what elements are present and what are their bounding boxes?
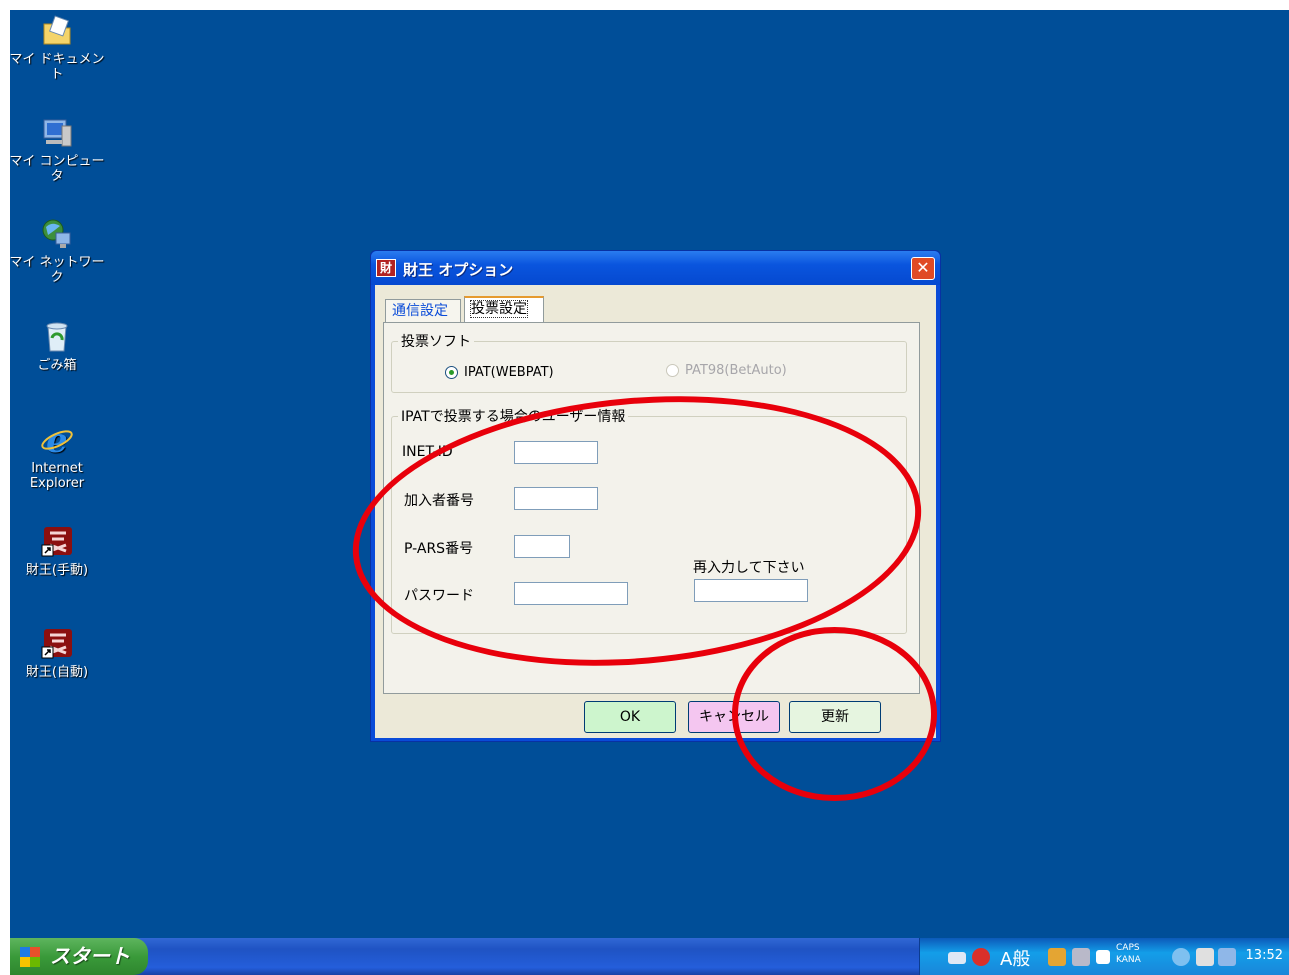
reenter-label: 再入力して下さい: [693, 560, 805, 576]
pars-number-field[interactable]: [514, 535, 570, 558]
ime-tool-icon[interactable]: [972, 948, 990, 966]
radio-pat98-betauto[interactable]: PAT98(BetAuto): [666, 363, 787, 378]
ok-button[interactable]: OK: [584, 701, 676, 733]
close-icon: ✕: [916, 258, 930, 277]
group-legend: IPATで投票する場合のユーザー情報: [401, 409, 626, 425]
keyboard-icon[interactable]: [948, 952, 966, 964]
update-button[interactable]: 更新: [789, 701, 881, 733]
tab-communication-settings[interactable]: 通信設定: [385, 299, 461, 323]
tab-label: 通信設定: [392, 303, 448, 319]
vote-settings-panel: 投票ソフト IPAT(WEBPAT) PAT98(BetAuto) IPATで投…: [383, 322, 920, 694]
subscriber-number-field[interactable]: [514, 487, 598, 510]
tab-vote-settings[interactable]: 投票設定: [464, 296, 544, 323]
system-tray: A般 CAPS KANA 13:52: [919, 938, 1289, 975]
desktop-icon-label: 財王(自動): [25, 665, 89, 680]
zaio-shortcut-icon: [40, 525, 74, 559]
subscriber-number-label: 加入者番号: [404, 493, 474, 509]
desktop-icon-internet-explorer[interactable]: e Internet Explorer: [7, 421, 107, 491]
radio-ipat-webpat[interactable]: IPAT(WEBPAT): [445, 365, 554, 380]
start-button[interactable]: スタート: [10, 938, 148, 975]
taskbar: スタート A般 CAPS KANA 13:52: [10, 938, 1289, 975]
desktop-icon-label: ごみ箱: [37, 358, 77, 373]
desktop-icon-zaio-auto[interactable]: 財王(自動): [7, 627, 107, 680]
recycle-bin-icon: [40, 320, 74, 354]
desktop-icon-label: マイ ドキュメント: [9, 52, 105, 82]
desktop-icon-label: 財王(手動): [25, 563, 89, 578]
help-icon[interactable]: [1096, 950, 1110, 964]
vote-soft-group: 投票ソフト: [391, 331, 907, 393]
dialog-titlebar[interactable]: 財 財王 オプション ✕: [371, 251, 940, 285]
password-field[interactable]: [514, 582, 628, 605]
my-computer-icon: [40, 116, 74, 150]
radio-label: PAT98(BetAuto): [685, 363, 787, 378]
ime-mode-indicator[interactable]: A般: [1000, 945, 1030, 971]
inet-id-field[interactable]: [514, 441, 598, 464]
cancel-button[interactable]: キャンセル: [688, 701, 780, 733]
my-documents-icon: [40, 14, 74, 48]
internet-explorer-icon: e: [40, 421, 74, 461]
inet-id-label: INET-ID: [402, 444, 453, 460]
desktop-icon-my-computer[interactable]: マイ コンピュータ: [7, 116, 107, 184]
close-button[interactable]: ✕: [911, 257, 935, 280]
caps-kana-indicator: CAPS KANA: [1116, 943, 1141, 965]
desktop-icon-label: マイ コンピュータ: [9, 154, 105, 184]
password-label: パスワード: [404, 588, 474, 604]
radio-label: IPAT(WEBPAT): [464, 365, 554, 380]
windows-logo-icon: [20, 947, 40, 967]
radio-checked-icon: [445, 366, 458, 379]
dialog-client-area: 通信設定 投票設定 投票ソフト IPAT(WEBPAT) PAT98(BetAu…: [375, 285, 936, 738]
options-dialog: 財 財王 オプション ✕ 通信設定 投票設定 投票ソフト IPAT(WEBPAT…: [370, 250, 941, 742]
pars-number-label: P-ARS番号: [404, 541, 474, 557]
ime-pad-icon[interactable]: [1072, 948, 1090, 966]
radio-unchecked-icon: [666, 364, 679, 377]
desktop-icon-zaio-manual[interactable]: 財王(手動): [7, 525, 107, 578]
pen-icon[interactable]: [1196, 948, 1214, 966]
svg-text:e: e: [46, 423, 68, 457]
desktop-icon-label: Internet Explorer: [29, 461, 85, 491]
reenter-password-field[interactable]: [694, 579, 808, 602]
ime-dictionary-icon[interactable]: [1048, 948, 1066, 966]
tab-label: 投票設定: [470, 300, 528, 318]
desktop-icon-label: マイ ネットワーク: [9, 255, 105, 285]
chevron-left-icon[interactable]: [1172, 948, 1190, 966]
my-network-icon: [40, 217, 74, 251]
start-label: スタート: [50, 944, 130, 968]
desktop-icon-my-network[interactable]: マイ ネットワーク: [7, 217, 107, 285]
desktop-icon-my-documents[interactable]: マイ ドキュメント: [7, 14, 107, 82]
network-icon[interactable]: [1218, 948, 1236, 966]
dialog-title: 財王 オプション: [403, 261, 514, 279]
zaio-shortcut-icon: [40, 627, 74, 661]
clock: 13:52: [1245, 948, 1283, 963]
desktop-icon-recycle-bin[interactable]: ごみ箱: [7, 320, 107, 373]
group-legend: 投票ソフト: [401, 334, 471, 350]
app-icon: 財: [376, 259, 396, 277]
